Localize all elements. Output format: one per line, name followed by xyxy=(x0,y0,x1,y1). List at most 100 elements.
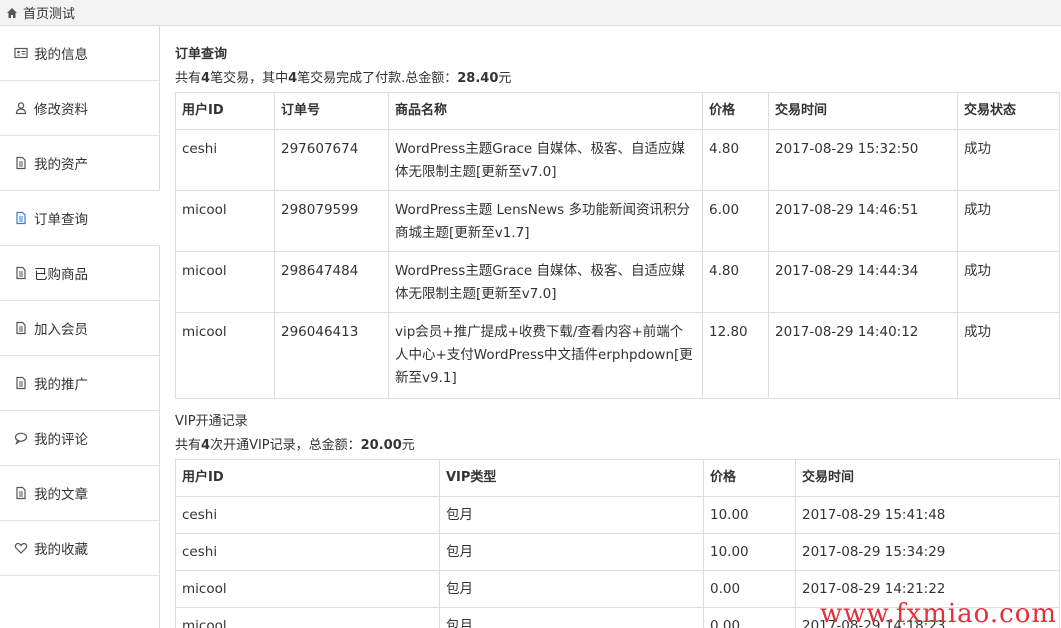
paid-count: 4 xyxy=(288,71,298,86)
sidebar-item-my-promotion[interactable]: 我的推广 xyxy=(0,356,159,411)
main-content: 订单查询 共有4笔交易，其中4笔交易完成了付款.总金额：28.40元 用户ID … xyxy=(175,26,1060,628)
cell-product: WordPress主题 LensNews 多功能新闻资讯积分商城主题[更新至v1… xyxy=(388,190,703,252)
cell-user: micool xyxy=(175,251,275,313)
sidebar-item-label: 我的评论 xyxy=(34,432,88,448)
cell-price: 10.00 xyxy=(703,533,796,571)
cell-product: vip会员+推广提成+收费下载/查看内容+前端个人中心+支付WordPress中… xyxy=(388,312,703,399)
cell-user: micool xyxy=(175,312,275,399)
orders-summary: 共有4笔交易，其中4笔交易完成了付款.总金额：28.40元 xyxy=(175,70,1059,88)
table-row: ceshi 包月 10.00 2017-08-29 15:41:48 xyxy=(175,496,1060,534)
cell-user: micool xyxy=(175,570,440,608)
cell-type: 包月 xyxy=(439,570,704,608)
home-icon[interactable] xyxy=(6,7,18,19)
cell-product: WordPress主题Grace 自媒体、极客、自适应媒体无限制主题[更新至v7… xyxy=(388,251,703,313)
cell-user: micool xyxy=(175,607,440,628)
orders-title: 订单查询 xyxy=(175,47,228,62)
cell-order: 298647484 xyxy=(274,251,389,313)
currency-unit: 元 xyxy=(498,71,512,86)
breadcrumb-label[interactable]: 首页测试 xyxy=(23,3,75,22)
cell-status: 成功 xyxy=(957,312,1060,399)
cell-user: ceshi xyxy=(175,129,275,191)
sidebar-item-label: 我的推广 xyxy=(34,377,88,393)
user-icon xyxy=(15,102,27,115)
table-header-row: 用户ID VIP类型 价格 交易时间 xyxy=(175,459,1060,497)
breadcrumb-bar: 首页测试 xyxy=(0,0,1061,26)
sidebar-item-my-comments[interactable]: 我的评论 xyxy=(0,411,159,466)
table-row: micool 298647484 WordPress主题Grace 自媒体、极客… xyxy=(175,251,1060,313)
sidebar-item-order-query[interactable]: 订单查询 xyxy=(0,191,160,246)
cell-user: ceshi xyxy=(175,496,440,534)
col-header: 交易时间 xyxy=(795,459,1060,497)
sidebar-item-label: 我的文章 xyxy=(34,487,88,503)
order-count: 4 xyxy=(201,71,211,86)
cell-price: 6.00 xyxy=(702,190,769,252)
cell-price: 12.80 xyxy=(702,312,769,399)
cell-price: 0.00 xyxy=(703,570,796,608)
sidebar-item-label: 我的收藏 xyxy=(34,542,88,558)
cell-order: 297607674 xyxy=(274,129,389,191)
cell-product: WordPress主题Grace 自媒体、极客、自适应媒体无限制主题[更新至v7… xyxy=(388,129,703,191)
cell-order: 298079599 xyxy=(274,190,389,252)
cell-order: 296046413 xyxy=(274,312,389,399)
cell-status: 成功 xyxy=(957,251,1060,313)
cell-price: 4.80 xyxy=(702,251,769,313)
sidebar-item-label: 我的信息 xyxy=(34,47,88,63)
summary-text: 笔交易，其中 xyxy=(210,71,289,86)
cell-time: 2017-08-29 15:34:29 xyxy=(795,533,1060,571)
sidebar-item-label: 我的资产 xyxy=(34,157,88,173)
col-header: 用户ID xyxy=(175,92,275,130)
sidebar-item-my-assets[interactable]: 我的资产 xyxy=(0,136,159,191)
table-row: ceshi 包月 10.00 2017-08-29 15:34:29 xyxy=(175,533,1060,571)
summary-text: 笔交易完成了付款.总金额： xyxy=(297,71,458,86)
heart-icon xyxy=(14,542,28,554)
vip-title: VIP开通记录 xyxy=(175,414,248,429)
watermark: www.fxmiao.com xyxy=(819,599,1057,628)
table-row: ceshi 297607674 WordPress主题Grace 自媒体、极客、… xyxy=(175,129,1060,191)
cell-time: 2017-08-29 15:41:48 xyxy=(795,496,1060,534)
cell-type: 包月 xyxy=(439,533,704,571)
col-header: 交易时间 xyxy=(768,92,958,130)
document-icon xyxy=(16,211,26,225)
order-total: 28.40 xyxy=(457,71,499,86)
document-icon xyxy=(16,376,26,390)
sidebar: 我的信息 修改资料 我的资产 订单查询 已购商品 加入会员 我的推广 我的评论 … xyxy=(0,26,160,628)
cell-type: 包月 xyxy=(439,496,704,534)
sidebar-item-my-favorites[interactable]: 我的收藏 xyxy=(0,521,159,576)
summary-text: 共有 xyxy=(175,438,202,453)
sidebar-item-label: 已购商品 xyxy=(34,267,88,283)
col-header: 订单号 xyxy=(274,92,389,130)
cell-status: 成功 xyxy=(957,129,1060,191)
document-icon xyxy=(16,486,26,500)
document-icon xyxy=(16,266,26,280)
vip-count: 4 xyxy=(201,438,211,453)
cell-user: micool xyxy=(175,190,275,252)
document-icon xyxy=(16,156,26,170)
sidebar-item-my-articles[interactable]: 我的文章 xyxy=(0,466,159,521)
vip-total: 20.00 xyxy=(360,438,402,453)
table-row: micool 296046413 vip会员+推广提成+收费下载/查看内容+前端… xyxy=(175,312,1060,399)
sidebar-item-edit-profile[interactable]: 修改资料 xyxy=(0,81,159,136)
cell-price: 10.00 xyxy=(703,496,796,534)
col-header: 价格 xyxy=(703,459,796,497)
sidebar-item-label: 修改资料 xyxy=(34,102,88,118)
sidebar-item-label: 加入会员 xyxy=(34,322,88,338)
table-header-row: 用户ID 订单号 商品名称 价格 交易时间 交易状态 xyxy=(175,92,1060,130)
comment-icon xyxy=(14,432,28,445)
cell-type: 包月 xyxy=(439,607,704,628)
cell-time: 2017-08-29 14:46:51 xyxy=(768,190,958,252)
orders-table: 用户ID 订单号 商品名称 价格 交易时间 交易状态 ceshi 2976076… xyxy=(175,92,1060,399)
col-header: 商品名称 xyxy=(388,92,703,130)
sidebar-item-purchased[interactable]: 已购商品 xyxy=(0,246,159,301)
summary-text: 共有 xyxy=(175,71,202,86)
cell-status: 成功 xyxy=(957,190,1060,252)
id-card-icon xyxy=(14,47,28,59)
col-header: 用户ID xyxy=(175,459,440,497)
sidebar-item-my-info[interactable]: 我的信息 xyxy=(0,26,159,81)
vip-summary: 共有4次开通VIP记录，总金额：20.00元 xyxy=(175,437,1059,455)
cell-time: 2017-08-29 14:44:34 xyxy=(768,251,958,313)
cell-time: 2017-08-29 15:32:50 xyxy=(768,129,958,191)
document-icon xyxy=(16,321,26,335)
summary-text: 次开通VIP记录，总金额： xyxy=(210,438,361,453)
sidebar-item-join-member[interactable]: 加入会员 xyxy=(0,301,159,356)
col-header: 交易状态 xyxy=(957,92,1060,130)
